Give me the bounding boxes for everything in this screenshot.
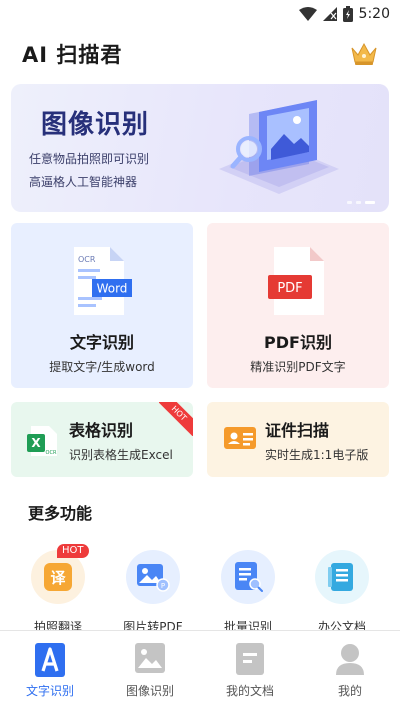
excel-icon: X OCR [27, 424, 59, 462]
nav-my-documents[interactable]: 我的文档 [200, 631, 300, 710]
banner-subtitle: 任意物品拍照即可识别 [29, 152, 150, 166]
feature-photo-translate[interactable]: 译 HOT 拍照翻译 [23, 544, 93, 634]
office-doc-icon [315, 550, 369, 604]
nav-text-recognition[interactable]: 文字识别 [0, 631, 100, 710]
image-to-pdf-icon: P [126, 550, 180, 604]
image-recognition-illustration-icon [209, 94, 349, 208]
table-recognition-title: 表格识别 [69, 421, 134, 440]
id-card-icon [223, 424, 257, 456]
app-title: AI 扫描君 [22, 43, 123, 67]
id-scan-title: 证件扫描 [265, 421, 330, 440]
pdf-document-icon: PDF [266, 245, 330, 321]
table-recognition-card[interactable]: X OCR 表格识别 识别表格生成Excel HOT [11, 402, 193, 477]
banner-title: 图像识别 [41, 110, 150, 140]
feature-batch-scan[interactable]: 批量识别 [213, 550, 283, 634]
translate-glyph: 译 [50, 569, 66, 587]
clock-time: 5:20 [358, 6, 390, 22]
pdf-badge: PDF [277, 281, 302, 296]
feature-office-docs[interactable]: 办公文档 [307, 550, 377, 634]
documents-icon [236, 643, 264, 679]
translate-icon: 译 [31, 550, 85, 604]
hot-ribbon-label: HOT [159, 402, 193, 436]
nav-label: 我的 [337, 684, 362, 698]
pager-dot [356, 201, 361, 204]
hot-ribbon: HOT [159, 402, 193, 436]
banner-pager [347, 201, 375, 204]
table-recognition-desc: 识别表格生成Excel [69, 448, 173, 462]
image-recognition-banner[interactable]: 图像识别 任意物品拍照即可识别 高逼格人工智能神器 [11, 84, 389, 212]
pager-dot [347, 201, 352, 204]
nav-profile[interactable]: 我的 [300, 631, 400, 710]
nav-label: 我的文档 [225, 684, 274, 698]
status-bar: 5:20 [0, 0, 400, 28]
ocr-mark: OCR [78, 255, 96, 264]
nav-label: 图像识别 [125, 684, 174, 698]
signal-icon [322, 7, 337, 21]
image-recognition-icon [135, 643, 165, 677]
nav-label: 文字识别 [25, 684, 74, 698]
app-header: AI 扫描君 [0, 36, 400, 72]
pdf-recognition-title: PDF识别 [264, 333, 332, 352]
pdf-recognition-desc: 精准识别PDF文字 [250, 360, 346, 374]
battery-icon [342, 6, 353, 22]
vip-crown-icon[interactable] [348, 39, 380, 69]
excel-letter: X [31, 436, 41, 450]
excel-ocr-mark: OCR [46, 450, 57, 456]
pdf-recognition-card[interactable]: PDF PDF识别 精准识别PDF文字 [207, 223, 389, 388]
wifi-icon [298, 7, 317, 21]
pager-dot-active [365, 201, 375, 204]
batch-scan-icon [221, 550, 275, 604]
text-recognition-icon [35, 643, 65, 681]
more-features-title: 更多功能 [28, 504, 93, 523]
banner-subtitle-2: 高逼格人工智能神器 [29, 175, 138, 189]
svg-text:P: P [161, 582, 165, 590]
id-scan-card[interactable]: 证件扫描 实时生成1:1电子版 [207, 402, 389, 477]
hot-badge: HOT [57, 544, 89, 558]
feature-image-to-pdf[interactable]: P 图片转PDF [118, 550, 188, 634]
text-recognition-title: 文字识别 [69, 333, 134, 352]
word-badge: Word [97, 282, 128, 296]
text-recognition-card[interactable]: OCR Word 文字识别 提取文字/生成word [11, 223, 193, 388]
id-scan-desc: 实时生成1:1电子版 [265, 448, 369, 462]
bottom-nav: 文字识别 图像识别 我的文档 我的 [0, 630, 400, 710]
word-document-icon: OCR Word [70, 245, 134, 321]
profile-icon [335, 643, 365, 679]
nav-image-recognition[interactable]: 图像识别 [100, 631, 200, 710]
text-recognition-desc: 提取文字/生成word [49, 360, 155, 374]
